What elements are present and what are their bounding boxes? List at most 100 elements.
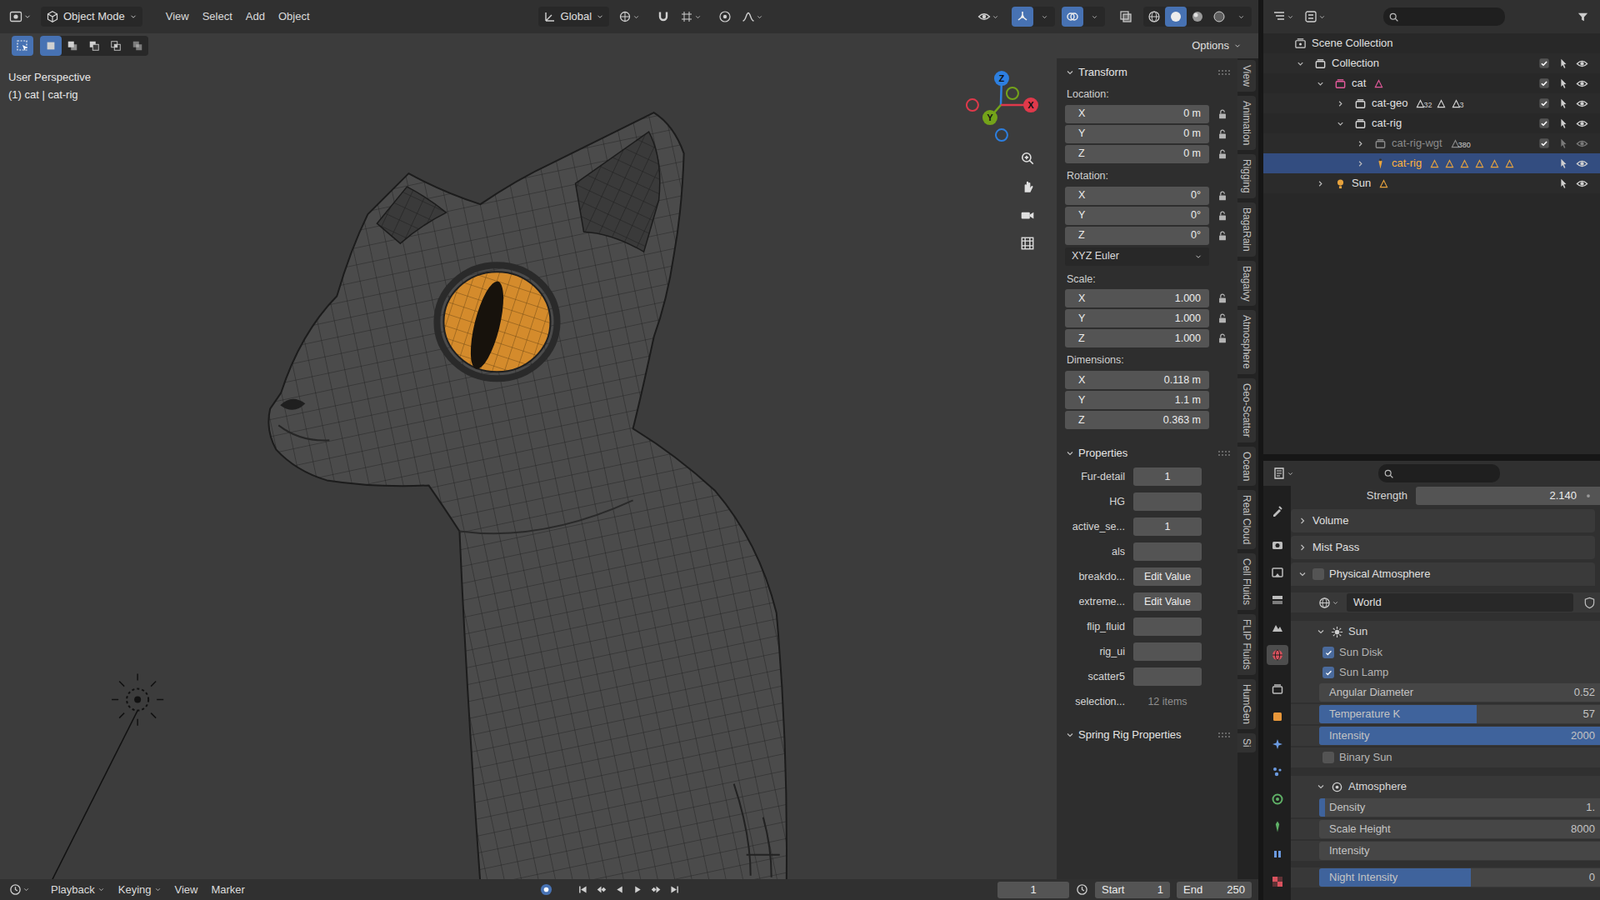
play-button[interactable] — [629, 880, 648, 900]
checkbox-icon[interactable] — [1538, 57, 1550, 70]
snap-toggle[interactable] — [652, 6, 675, 27]
camera-view-button[interactable] — [1015, 203, 1040, 227]
outliner-row[interactable]: cat-rig — [1263, 153, 1600, 174]
item-name[interactable]: cat-rig-wgt — [1390, 135, 1443, 152]
sidebar-tab[interactable]: BagaRain — [1237, 202, 1256, 257]
fake-user-button[interactable] — [1578, 592, 1600, 613]
sidebar-tab[interactable]: FLIP Fluids — [1237, 614, 1256, 675]
editor-type-button[interactable] — [6, 6, 35, 27]
edit-value-button[interactable]: Edit Value — [1133, 592, 1202, 611]
select-mode-button[interactable] — [83, 35, 105, 56]
3d-canvas[interactable]: ZXYUser Perspective(1) cat | cat-rig — [0, 58, 1057, 880]
expand-toggle[interactable] — [1350, 139, 1370, 149]
number-field[interactable]: Z0.363 m — [1065, 410, 1210, 430]
sidebar-tab[interactable]: Cell Fluids — [1237, 553, 1256, 610]
shading-button[interactable] — [1208, 6, 1230, 27]
sidebar-tab[interactable]: Animation — [1237, 95, 1256, 150]
play-reverse-button[interactable] — [610, 880, 630, 900]
start-frame-field[interactable]: Start1 — [1095, 881, 1170, 899]
number-field[interactable]: Z0 m — [1065, 145, 1210, 164]
value-slider[interactable]: Intensity2000 — [1319, 726, 1600, 745]
padlock-icon[interactable] — [1216, 190, 1229, 202]
select-box-tool[interactable] — [11, 35, 34, 56]
number-field[interactable]: Y0 m — [1065, 125, 1210, 144]
shading-button[interactable] — [1143, 6, 1165, 27]
select-mode-button[interactable] — [105, 35, 127, 56]
select-arrow-icon[interactable] — [1557, 157, 1570, 170]
outliner-search[interactable] — [1383, 7, 1505, 26]
number-field[interactable]: Y1.000 — [1065, 309, 1210, 328]
eye-icon[interactable] — [1575, 77, 1589, 90]
padlock-icon[interactable] — [1216, 148, 1229, 160]
property-field[interactable] — [1133, 542, 1202, 561]
number-field[interactable]: X0° — [1065, 186, 1210, 205]
expand-toggle[interactable] — [1330, 119, 1350, 129]
prev-key-button[interactable] — [592, 880, 611, 900]
sidebar-tab[interactable]: Geo-Scatter — [1237, 378, 1256, 443]
checkbox-icon[interactable] — [1538, 77, 1550, 90]
transform-panel-header[interactable]: Transform — [1065, 61, 1231, 84]
subpanel-header[interactable]: Sun — [1290, 620, 1600, 643]
item-name[interactable]: cat — [1350, 75, 1366, 92]
pan-button[interactable] — [1015, 175, 1040, 199]
sidebar-tab[interactable]: Si — [1237, 733, 1256, 753]
eye-icon[interactable] — [1575, 137, 1589, 150]
property-field[interactable] — [1133, 617, 1202, 636]
select-arrow-icon[interactable] — [1557, 117, 1570, 130]
jump-end-button[interactable] — [665, 880, 685, 900]
item-name[interactable]: Sun — [1350, 175, 1371, 192]
gizmo-dropdown[interactable] — [1033, 6, 1055, 27]
select-arrow-icon[interactable] — [1557, 97, 1570, 110]
current-frame-field[interactable]: 1 — [997, 881, 1070, 899]
axis-handle[interactable] — [982, 110, 998, 125]
padlock-icon[interactable] — [1216, 210, 1229, 222]
orientation-dropdown[interactable]: Global — [538, 6, 610, 27]
property-field[interactable] — [1133, 667, 1202, 686]
options-dropdown[interactable]: Options — [1186, 35, 1247, 56]
properties-tab[interactable] — [1266, 789, 1289, 810]
rotation-mode-dropdown[interactable]: XYZ Euler — [1065, 247, 1210, 266]
ortho-toggle-button[interactable] — [1015, 231, 1040, 255]
sidebar-tab[interactable]: Bagaivy — [1237, 260, 1256, 307]
outliner-row[interactable]: Sun — [1263, 173, 1600, 194]
checkbox-icon[interactable] — [1538, 117, 1550, 130]
expand-toggle[interactable] — [1290, 59, 1310, 69]
sidebar-tab[interactable]: HumGen — [1237, 679, 1256, 730]
timeline-menu[interactable]: Keying — [111, 880, 169, 900]
end-frame-field[interactable]: End250 — [1176, 881, 1252, 899]
outliner-row[interactable]: cat-rig — [1263, 113, 1600, 134]
outliner-row[interactable]: cat-geo323 — [1263, 93, 1600, 114]
sidebar-tab[interactable]: Ocean — [1237, 446, 1256, 486]
properties-tab[interactable] — [1266, 734, 1289, 755]
zoom-button[interactable] — [1015, 146, 1040, 170]
select-arrow-icon[interactable] — [1557, 177, 1570, 190]
properties-tab[interactable] — [1266, 844, 1289, 865]
header-menu[interactable]: View — [159, 6, 196, 27]
properties-tab[interactable] — [1266, 562, 1289, 583]
panel-header[interactable]: Volume — [1290, 509, 1595, 533]
outliner-row[interactable]: cat — [1263, 73, 1600, 94]
auto-key-button[interactable] — [535, 880, 558, 900]
padlock-icon[interactable] — [1216, 230, 1229, 242]
value-slider[interactable]: Scale Height8000 — [1319, 820, 1600, 839]
checkbox-icon[interactable] — [1538, 137, 1550, 150]
outliner-row[interactable]: cat-rig-wgt380 — [1263, 133, 1600, 154]
select-arrow-icon[interactable] — [1557, 77, 1570, 90]
select-mode-button[interactable] — [40, 35, 62, 56]
number-field[interactable]: Y1.1 m — [1065, 390, 1210, 410]
header-menu[interactable]: Object — [271, 6, 317, 27]
timeline-menu[interactable]: View — [168, 880, 205, 900]
number-field[interactable]: X1.000 — [1065, 289, 1210, 308]
header-menu[interactable]: Select — [195, 6, 240, 27]
properties-tab[interactable] — [1266, 617, 1289, 638]
filter-button[interactable] — [1571, 6, 1594, 27]
world-browse-button[interactable] — [1315, 592, 1342, 613]
properties-tab[interactable] — [1266, 645, 1289, 665]
gizmo-toggle[interactable] — [1011, 6, 1034, 27]
world-name-field[interactable]: World — [1346, 593, 1574, 612]
spring-rig-panel-header[interactable]: Spring Rig Properties — [1065, 724, 1231, 746]
number-field[interactable]: Z1.000 — [1065, 329, 1210, 348]
scene-drawing[interactable]: ZXY — [0, 58, 1057, 880]
number-field[interactable]: X0 m — [1065, 105, 1210, 124]
snap-target-button[interactable] — [677, 6, 705, 27]
